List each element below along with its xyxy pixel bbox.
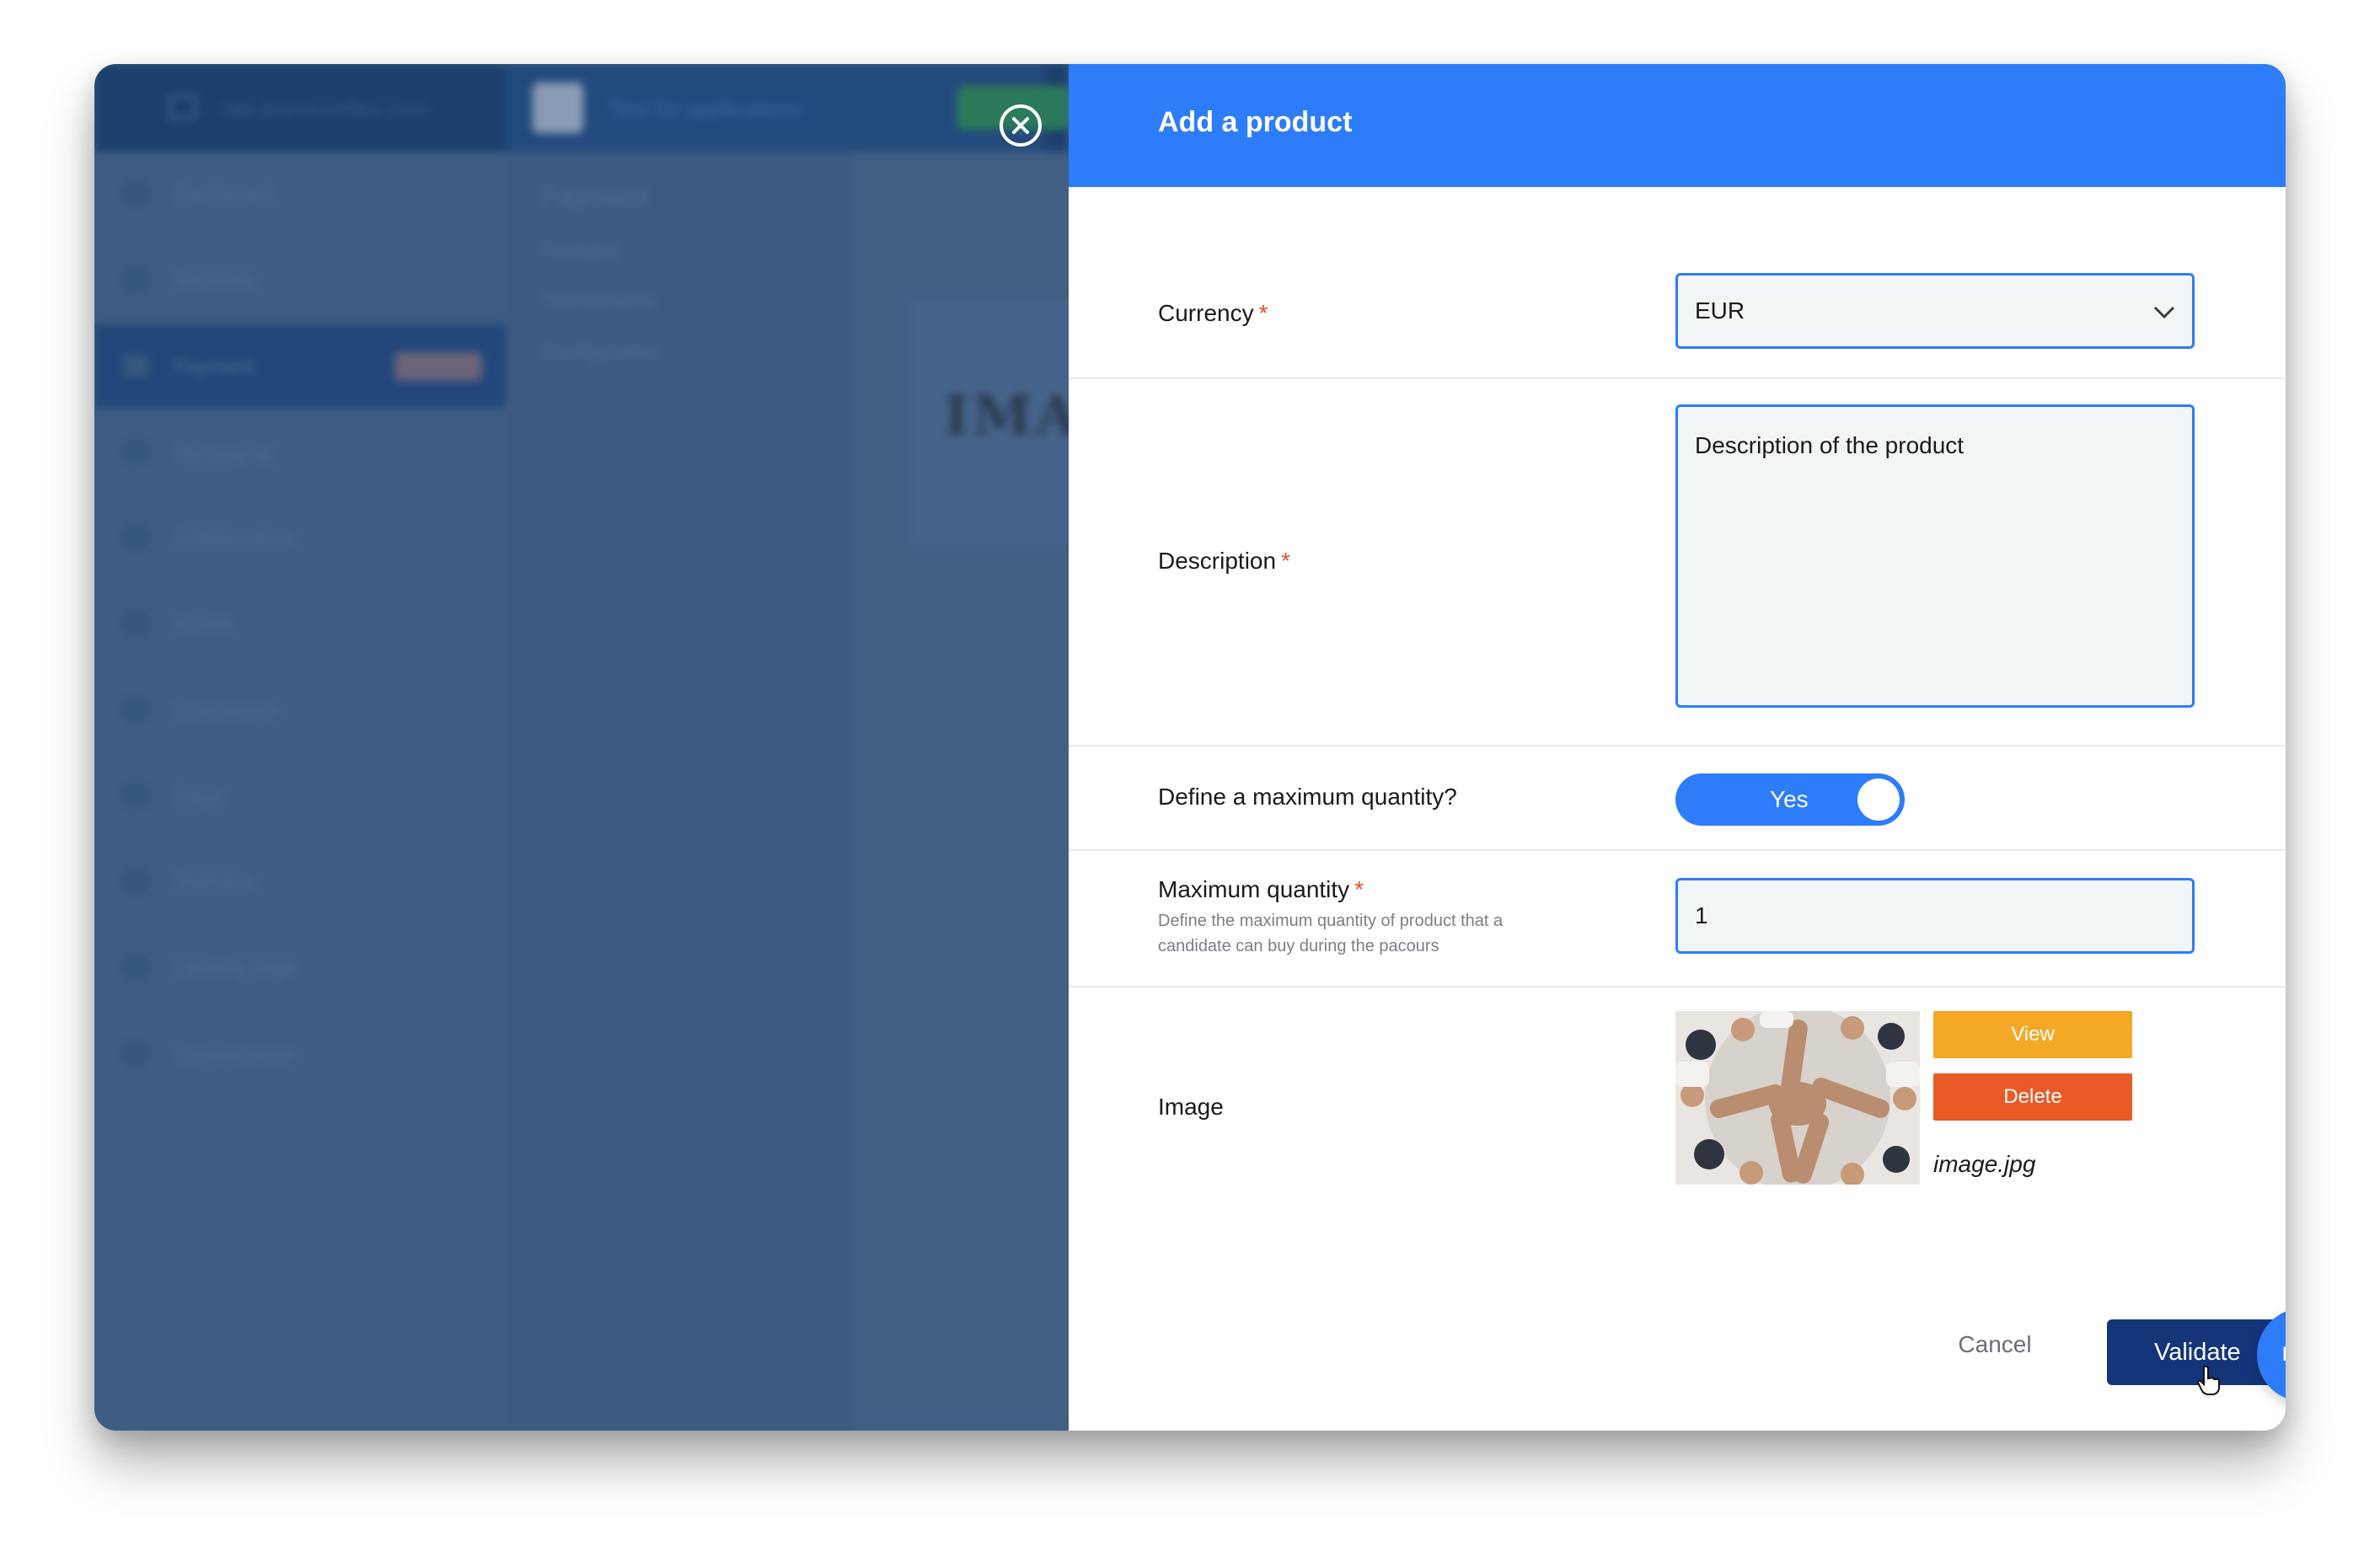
currency-label-text: Currency [1158,300,1254,326]
subnav-title: Payment [541,182,648,212]
image-filename: image.jpg [1933,1151,2036,1177]
required-mark: * [1354,876,1364,902]
subnav-item: Products [541,239,621,262]
app-name: Test for applications [608,96,802,121]
product-image-thumbnail [1675,1011,1920,1185]
app-thumbnail [533,83,583,133]
currency-select[interactable]: EUR [1675,273,2195,349]
currency-value: EUR [1695,297,1745,324]
sidebar-item-label: Dashboard [174,184,273,206]
sidebar-item-messaging: Messaging [94,409,506,494]
close-panel-button[interactable] [1000,104,1042,147]
currency-label: Currency * [1158,300,1268,327]
description-label-text: Description [1158,548,1277,574]
subnav-item: Configuration [541,340,662,363]
background-sidebar: Dashboard Sessions Payment Messaging Col… [94,152,506,1431]
view-image-button[interactable]: View [1933,1011,2132,1058]
background-card-text: IMA [944,384,1081,447]
hand-cursor-icon [2196,1365,2220,1395]
sidebar-item-label: Steps [174,785,226,808]
sidebar-item-statistics: Statistics [94,839,506,923]
max-quantity-label: Maximum quantity * [1158,876,1364,903]
steps-icon [123,784,148,807]
triangle-icon [123,698,148,721]
description-label: Description * [1158,548,1290,575]
gear-icon [123,1041,148,1065]
max-quantity-toggle-label: Define a maximum quantity? [1158,784,1457,810]
sidebar-item-landing-page: Landing page [94,925,506,1009]
sidebar-item-configuration: Configuration [94,1011,506,1095]
required-mark: * [1281,548,1290,574]
app-window: site.lesnouvelles.com Test for applicati… [94,64,2286,1431]
megaphone-icon [123,440,148,463]
subnav-item: Transactions [541,290,657,313]
toggle-knob [1857,778,1900,821]
chevron-down-icon [2153,306,2175,319]
sidebar-item-emails: Emails [94,581,506,666]
sidebar-item-dashboard: Dashboard [94,152,506,236]
site-name: site.lesnouvelles.com [221,96,430,121]
max-quantity-input[interactable] [1675,878,2195,954]
panel-header: Add a product [1069,64,2286,187]
mail-icon [123,612,148,635]
sidebar-item-label: Evaluations [174,699,279,722]
add-product-panel: Add a product Currency * EUR Description *… [1069,64,2286,1431]
sidebar-item-steps: Steps [94,753,506,837]
sidebar-item-label: Sessions [174,270,256,292]
card-icon [123,354,148,377]
link-icon [123,955,148,979]
sidebar-item-label: Configuration [174,1043,294,1066]
toggle-label: Yes [1770,786,1809,812]
sidebar-item-label: Landing page [174,957,297,980]
chart-icon [123,182,148,206]
sidebar-item-evaluations: Evaluations [94,667,506,752]
stats-icon [123,869,148,893]
user-icon [123,526,148,549]
calendar-icon [123,268,148,292]
description-textarea[interactable]: Description of the product [1675,404,2195,708]
sidebar-item-label: Messaging [174,441,272,464]
close-icon [1012,117,1029,134]
sidebar-item-collaborators: Collaborators [94,495,506,580]
sidebar-item-payment: Payment [94,324,506,408]
cancel-button[interactable]: Cancel [1940,1318,2050,1372]
max-quantity-label-text: Maximum quantity [1158,876,1350,902]
sidebar-item-label: Emails [174,613,235,636]
max-quantity-toggle[interactable]: Yes [1675,773,1905,826]
team-hands-image [1675,1011,1920,1185]
sidebar-item-label: Statistics [174,871,255,894]
max-quantity-hint: Define the maximum quantity of product t… [1158,912,1504,955]
sidebar-item-label: Payment [174,356,254,378]
image-label: Image [1158,1094,1224,1120]
background-app: site.lesnouvelles.com Test for applicati… [94,64,1163,1431]
panel-title: Add a product [1158,106,1353,138]
background-subnav: Payment Products Transactions Configurat… [506,152,853,1431]
background-topbar: site.lesnouvelles.com Test for applicati… [94,64,1069,152]
delete-image-button[interactable]: Delete [1933,1073,2132,1121]
required-mark: * [1258,300,1268,326]
sidebar-item-label: Collaborators [174,527,294,550]
sidebar-badge [394,352,482,381]
sidebar-item-sessions: Sessions [94,238,506,322]
home-icon [169,94,197,120]
